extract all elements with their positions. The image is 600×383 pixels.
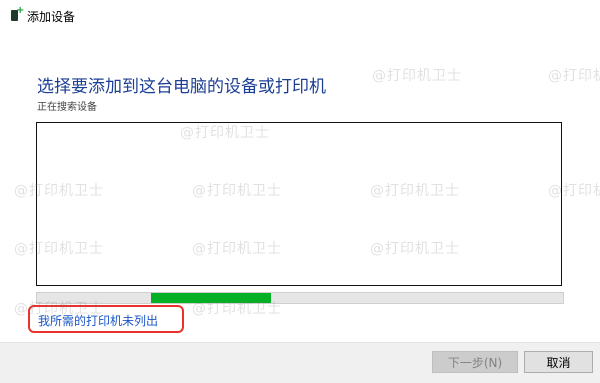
printer-not-listed-link[interactable]: 我所需的打印机未列出 bbox=[38, 312, 158, 329]
search-progress-bar bbox=[36, 292, 564, 304]
search-status: 正在搜索设备 bbox=[37, 102, 97, 113]
title-bar: + 添加设备 bbox=[0, 0, 600, 32]
window-title: 添加设备 bbox=[27, 10, 76, 24]
next-button[interactable]: 下一步(N) bbox=[432, 351, 518, 373]
progress-fill bbox=[150, 293, 272, 303]
page-heading: 选择要添加到这台电脑的设备或打印机 bbox=[37, 77, 326, 97]
printer-add-icon: + bbox=[11, 6, 24, 21]
device-list[interactable] bbox=[36, 122, 562, 286]
watermark: @打印机卫士 bbox=[372, 68, 462, 84]
watermark: @打印机卫士 bbox=[548, 68, 600, 84]
cancel-button[interactable]: 取消 bbox=[524, 351, 593, 373]
